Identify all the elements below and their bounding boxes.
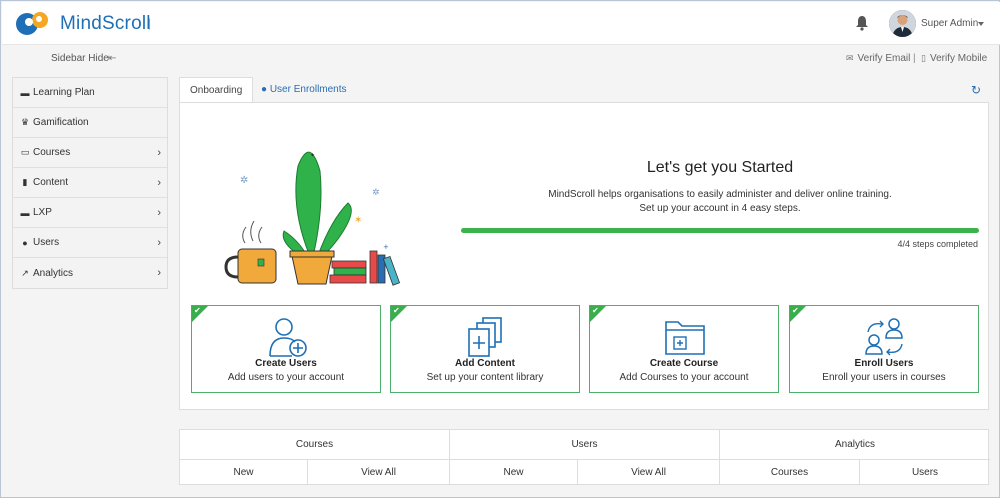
check-icon: ✔ [792,306,799,315]
users-new-link[interactable]: New [450,460,578,485]
top-bar: MindScroll | Super Admin [2,2,1000,45]
avatar[interactable] [889,10,916,37]
verify-separator: | [913,53,916,64]
card-add-content[interactable]: ✔ Add Content Set up your content librar… [390,305,580,393]
analytics-courses-link[interactable]: Courses [720,460,860,485]
card-title: Create Users [255,358,317,369]
sidebar-hide-link[interactable]: Sidebar Hide [51,53,109,64]
users-view-all-link[interactable]: View All [578,460,720,485]
user-name[interactable]: Super Admin [921,18,978,29]
card-subtitle: Add Courses to your account [619,372,749,383]
sidebar-item-lxp[interactable]: ▬ LXP › [13,198,167,228]
logo[interactable]: MindScroll [14,11,151,37]
sub-bar: Sidebar Hide ⇤ ✉ Verify Email | ▯ Verify… [2,45,1000,73]
courses-view-all-link[interactable]: View All [308,460,450,485]
collapse-left-icon[interactable]: ⇤ [108,53,116,64]
onboarding-steps-hint: Set up your account in 4 easy steps. [639,203,801,214]
chart-icon: ↗ [21,267,29,278]
sidebar-item-label: Analytics [33,267,74,279]
tab-user-enrollments[interactable]: ● User Enrollments [251,77,357,103]
tab-user-enrollments-label: User Enrollments [269,84,347,95]
courses-icon: ▭ [20,147,30,157]
user-icon: ● [261,84,268,95]
bell-icon[interactable] [855,15,869,31]
card-subtitle: Set up your content library [426,372,544,383]
svg-text:✶: ✶ [354,215,362,226]
verify-email-link[interactable]: ✉ Verify Email [846,53,910,64]
svg-text:✲: ✲ [240,175,248,186]
onboarding-illustration: ✲ ✲ ✶ ✦ + [224,151,401,286]
quick-links-table: Courses Users Analytics New View All New… [179,429,990,485]
envelope-icon: ✉ [846,53,854,63]
tab-bar: Onboarding ● User Enrollments ↻ [179,77,989,103]
card-create-course[interactable]: ✔ Create Course Add Courses to your acco… [589,305,779,393]
sidebar-item-label: Learning Plan [33,87,95,98]
steps-completed-text: 4/4 steps completed [897,239,978,249]
mindscroll-logo-icon [16,12,48,35]
book-icon: ▬ [20,207,30,218]
book-icon: ▬ [20,87,30,98]
verify-email-label: Verify Email [857,53,911,64]
onboarding-description: MindScroll helps organisations to easily… [548,189,892,200]
app-frame: MindScroll | Super Admin Sidebar Hide ⇤ … [0,0,1000,498]
analytics-users-link[interactable]: Users [860,460,990,485]
card-subtitle: Enroll your users in courses [822,372,946,383]
courses-new-link[interactable]: New [180,460,308,485]
sidebar-item-label: LXP [33,207,52,218]
add-user-icon [269,318,307,357]
quick-links-header-analytics: Analytics [720,430,990,460]
quick-links-header-users: Users [450,430,720,460]
onboarding-progress-bar [461,228,979,233]
app-name: MindScroll [60,13,151,34]
chevron-right-icon: › [157,207,161,219]
sidebar-item-content[interactable]: ▮ Content › [13,168,167,198]
check-icon: ✔ [393,306,400,315]
card-enroll-users[interactable]: ✔ Enroll Users Enroll your users in cour… [789,305,979,393]
header-separator: | [148,16,152,30]
file-icon: ▮ [22,177,28,187]
trophy-icon: ♛ [20,117,30,127]
create-course-icon [665,321,705,355]
progress-fill [461,228,979,233]
sidebar-item-label: Courses [33,147,71,158]
svg-text:✲: ✲ [372,188,380,198]
svg-text:+: + [383,243,389,251]
verify-mobile-label: Verify Mobile [929,53,988,64]
onboarding-title: Let's get you Started [646,159,794,176]
card-title: Create Course [649,358,719,369]
sidebar: ▬ Learning Plan ♛ Gamification ▭ Courses… [12,77,168,289]
card-title: Add Content [455,358,515,369]
chevron-right-icon: › [157,147,161,159]
sidebar-item-learning-plan[interactable]: ▬ Learning Plan [13,78,167,108]
chevron-down-icon[interactable] [978,22,984,26]
refresh-icon[interactable]: ↻ [971,83,981,97]
user-avatar-icon [889,10,916,37]
sidebar-item-analytics[interactable]: ↗ Analytics › [13,258,167,288]
onboarding-panel: ✲ ✲ ✶ ✦ + Let's get you Started MindScro… [179,102,989,410]
sidebar-item-courses[interactable]: ▭ Courses › [13,138,167,168]
add-content-icon [468,317,502,357]
sidebar-item-label: Users [33,237,60,248]
users-icon: ● [22,237,28,248]
quick-links-header-courses: Courses [180,430,450,460]
chevron-right-icon: › [157,237,161,249]
check-icon: ✔ [592,306,599,315]
tab-onboarding[interactable]: Onboarding [179,77,254,103]
sidebar-item-gamification[interactable]: ♛ Gamification [13,108,167,138]
mobile-icon: ▯ [921,53,926,63]
enroll-users-icon [865,318,903,356]
card-title: Enroll Users [854,358,914,369]
verify-mobile-link[interactable]: ▯ Verify Mobile [921,53,987,64]
sidebar-item-users[interactable]: ● Users › [13,228,167,258]
card-subtitle: Add users to your account [227,372,345,383]
card-create-users[interactable]: ✔ Create Users Add users to your account [191,305,381,393]
chevron-right-icon: › [157,177,161,189]
check-icon: ✔ [194,306,201,315]
sidebar-item-label: Content [33,177,69,188]
svg-text:✦: ✦ [310,152,315,159]
sidebar-item-label: Gamification [33,117,89,128]
chevron-right-icon: › [157,267,161,279]
